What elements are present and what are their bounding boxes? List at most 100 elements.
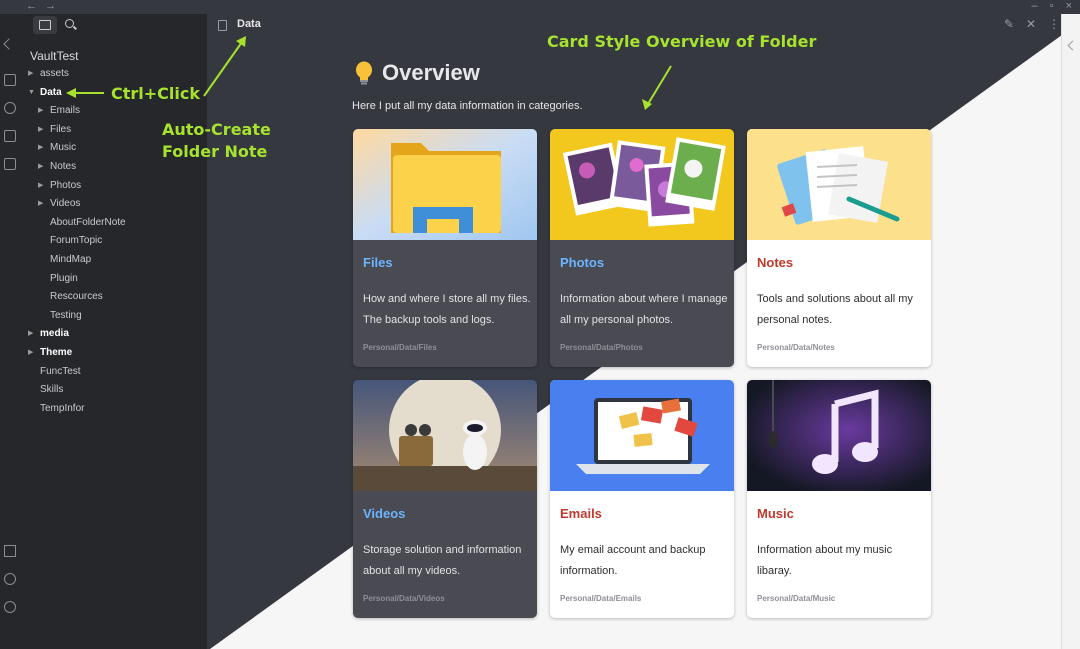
card-desc: Information about where I manage all my … — [560, 293, 728, 326]
left-ribbon — [0, 14, 20, 649]
tree-item-label: media — [40, 328, 69, 340]
movie-still-image — [353, 380, 537, 491]
tree-item[interactable]: FuncTest — [20, 363, 207, 382]
card-desc: My email account and backup information. — [560, 544, 706, 577]
minimize-icon[interactable]: – — [1032, 0, 1038, 12]
tree-item[interactable]: ▶ Emails — [20, 102, 207, 121]
tree-item-label: FuncTest — [40, 365, 81, 377]
tree-item-label: Rescources — [50, 291, 103, 303]
annotation-ctrl-click: Ctrl+Click — [111, 84, 201, 103]
tree-item[interactable]: Skills — [20, 381, 207, 400]
window-titlebar: ←→ – ▫ × — [0, 0, 1080, 14]
tree-item-label: Data — [40, 86, 62, 98]
tree-item[interactable]: TempInfor — [20, 400, 207, 419]
sidebar-tabs — [20, 14, 207, 36]
card-desc: Storage solution and information about a… — [363, 544, 522, 577]
collapse-arrow-icon[interactable]: ▼ — [28, 84, 35, 103]
card-title[interactable]: Emails — [560, 506, 602, 521]
tab-search[interactable] — [59, 16, 83, 34]
close-window-icon[interactable]: × — [1066, 0, 1072, 12]
expand-arrow-icon[interactable]: ▶ — [28, 344, 33, 363]
help-icon[interactable] — [4, 573, 16, 585]
tree-item-label: Music — [50, 142, 77, 154]
card-title[interactable]: Notes — [757, 255, 793, 270]
expand-right-sidebar-icon[interactable] — [1067, 40, 1078, 51]
file-tree: ▶ assets ▼ Data ▶ Emails ▶ Files ▶ Music ▶ Notes ▶ Ph… — [20, 65, 207, 418]
right-ribbon — [1061, 14, 1080, 649]
card-title[interactable]: Files — [363, 255, 393, 270]
plugin-icon[interactable] — [4, 130, 16, 142]
card-path: Personal/Data/Emails — [560, 594, 642, 603]
tree-item-label: Photos — [50, 179, 82, 191]
card-emails[interactable]: Emails My email account and backup infor… — [550, 380, 734, 618]
edit-pencil-icon[interactable]: ✎ — [1004, 17, 1014, 31]
vault-icon[interactable] — [4, 545, 16, 557]
tree-item-label: Theme — [40, 346, 73, 358]
tree-item[interactable]: ▶ Theme — [20, 344, 207, 363]
tree-item[interactable]: Rescources — [20, 288, 207, 307]
folder-image — [353, 129, 537, 240]
tree-item-label: Plugin — [50, 272, 78, 284]
tree-item[interactable]: ▶ media — [20, 325, 207, 344]
doc-title[interactable]: Data — [237, 18, 261, 30]
tree-item[interactable]: Testing — [20, 307, 207, 326]
folder-icon — [39, 20, 51, 30]
music-note-image — [747, 380, 931, 491]
card-desc: How and where I store all my files. The … — [363, 293, 531, 326]
tree-item-label: assets — [40, 68, 69, 79]
templates-icon[interactable] — [4, 158, 16, 170]
tree-item-label: Emails — [50, 105, 81, 117]
tree-item[interactable]: MindMap — [20, 251, 207, 270]
settings-gear-icon[interactable] — [4, 601, 16, 613]
notes-image — [747, 129, 931, 240]
tree-item[interactable]: Plugin — [20, 270, 207, 289]
tree-item-label: Videos — [50, 198, 81, 210]
card-videos[interactable]: Videos Storage solution and information … — [353, 380, 537, 618]
card-path: Personal/Data/Videos — [363, 594, 445, 603]
tree-item[interactable]: ▶ Photos — [20, 177, 207, 196]
document-icon — [218, 20, 227, 31]
tree-item[interactable]: AboutFolderNote — [20, 214, 207, 233]
maximize-icon[interactable]: ▫ — [1050, 0, 1054, 12]
annotation-auto-create-line1: Auto-Create — [162, 120, 271, 139]
vault-name[interactable]: VaultTest — [30, 49, 78, 63]
search-icon — [65, 19, 74, 28]
file-explorer: VaultTest ▶ assets ▼ Data ▶ Emails ▶ Files ▶ Musi… — [20, 14, 207, 649]
nav-arrows[interactable]: ←→ — [26, 0, 64, 12]
tree-item[interactable]: ▶ assets — [20, 65, 207, 84]
tree-item-label: Files — [50, 123, 72, 135]
expand-arrow-icon[interactable]: ▶ — [38, 139, 43, 158]
card-path: Personal/Data/Photos — [560, 343, 643, 352]
tree-item[interactable]: ▶ Videos — [20, 195, 207, 214]
expand-arrow-icon[interactable]: ▶ — [28, 65, 33, 84]
card-music[interactable]: Music Information about my music libaray… — [747, 380, 931, 618]
more-options-icon[interactable]: ⋮ — [1048, 17, 1060, 31]
expand-arrow-icon[interactable]: ▶ — [38, 121, 43, 140]
expand-arrow-icon[interactable]: ▶ — [38, 195, 43, 214]
tree-item-label: AboutFolderNote — [50, 216, 126, 228]
expand-arrow-icon[interactable]: ▶ — [28, 325, 33, 344]
card-desc: Information about my music libaray. — [757, 544, 893, 577]
expand-arrow-icon[interactable]: ▶ — [38, 158, 43, 177]
page-title: Overview — [382, 60, 480, 85]
card-photos[interactable]: Photos Information about where I manage … — [550, 129, 734, 367]
close-tab-icon[interactable]: ✕ — [1026, 17, 1036, 31]
graph-view-icon[interactable] — [4, 102, 16, 114]
card-files[interactable]: Files How and where I store all my files… — [353, 129, 537, 367]
card-notes[interactable]: Notes Tools and solutions about all my p… — [747, 129, 931, 367]
expand-arrow-icon[interactable]: ▶ — [38, 177, 43, 196]
expand-arrow-icon[interactable]: ▶ — [38, 102, 43, 121]
photos-image — [550, 129, 734, 240]
card-path: Personal/Data/Music — [757, 594, 836, 603]
card-title[interactable]: Videos — [363, 506, 405, 521]
card-title[interactable]: Photos — [560, 255, 604, 270]
tree-item[interactable]: ForumTopic — [20, 232, 207, 251]
card-title[interactable]: Music — [757, 506, 794, 521]
tree-item-label: Skills — [40, 384, 64, 396]
open-switcher-icon[interactable] — [4, 74, 16, 86]
annotation-auto-create: Auto-Create Folder Note — [162, 119, 271, 163]
annotation-auto-create-line2: Folder Note — [162, 142, 268, 161]
card-path: Personal/Data/Files — [363, 343, 437, 352]
collapse-sidebar-icon[interactable] — [3, 38, 15, 50]
tab-file-explorer[interactable] — [33, 16, 57, 34]
